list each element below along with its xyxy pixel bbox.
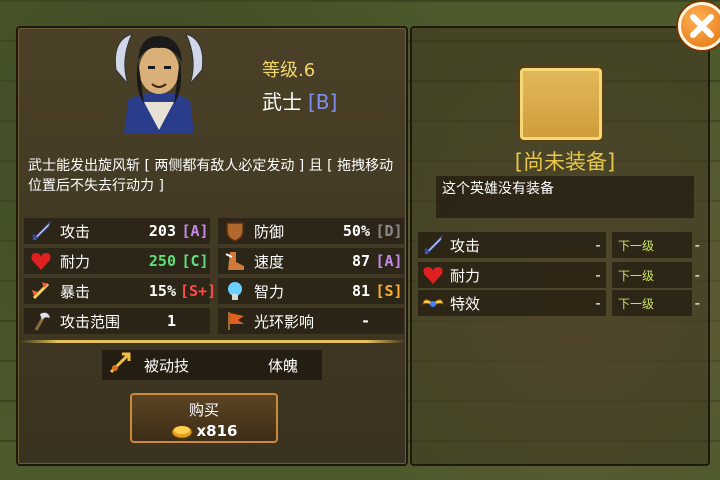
- next-level-value: -: [694, 294, 700, 312]
- passive-skill-row[interactable]: 被动技 体魄: [102, 350, 322, 380]
- mind-icon: [222, 279, 248, 303]
- next-level-label: 下一级: [612, 232, 692, 258]
- hero-level: 等级.6: [262, 60, 316, 81]
- stat-label: 防御: [254, 222, 285, 241]
- equipment-stat-row: 特效 - 下一级 -: [418, 290, 708, 316]
- sword-icon: [28, 219, 54, 243]
- stat-grade: [A]: [181, 222, 209, 240]
- boot-icon: [222, 249, 248, 273]
- buy-cost: x816: [132, 422, 276, 440]
- heart-icon: [420, 264, 446, 286]
- buy-label: 购买: [188, 401, 219, 419]
- stat-value: 81: [351, 282, 370, 300]
- equipment-stat-value: -: [595, 266, 601, 284]
- stat-label: 攻击: [60, 222, 91, 241]
- divider: [20, 340, 405, 343]
- stat-value: -: [360, 312, 370, 330]
- wings-icon: [420, 292, 446, 314]
- equipment-stat-value: -: [595, 294, 601, 312]
- passive-skill-icon: [108, 351, 138, 379]
- equipment-stat-row: 攻击 - 下一级 -: [418, 232, 708, 258]
- buy-cost-value: x816: [196, 422, 238, 440]
- crit-icon: [28, 279, 54, 303]
- next-level-label: 下一级: [612, 290, 692, 316]
- equipment-stat-cell: 特效 -: [418, 290, 606, 316]
- next-level-value: -: [694, 266, 700, 284]
- close-button[interactable]: [678, 2, 720, 50]
- stat-value: 15%: [148, 282, 176, 300]
- passive-skill-value: 体魄: [267, 356, 298, 375]
- hero-name-row: 武士 [B]: [262, 86, 337, 115]
- buy-button[interactable]: 购买 x816: [130, 393, 278, 443]
- stat-label: 耐力: [60, 252, 91, 271]
- stat-row: 耐力 250 [C]: [24, 248, 210, 274]
- stat-grade: [A]: [375, 252, 403, 270]
- stat-label: 暴击: [60, 282, 91, 301]
- stat-row: 攻击 203 [A]: [24, 218, 210, 244]
- stat-row: 防御 50% [D]: [218, 218, 404, 244]
- equipment-stat-label: 耐力: [450, 266, 481, 285]
- equipment-description: 这个英雄没有装备: [436, 176, 694, 218]
- equipment-stat-row: 耐力 - 下一级 -: [418, 262, 708, 288]
- equipment-stat-label: 攻击: [450, 236, 481, 255]
- stat-label: 智力: [254, 282, 285, 301]
- stat-row: 速度 87 [A]: [218, 248, 404, 274]
- hero-description: 武士能发出旋风斩 [ 两侧都有敌人必定发动 ] 且 [ 拖拽移动位置后不失去行动…: [28, 158, 394, 194]
- equipment-slot[interactable]: [520, 68, 602, 140]
- equipment-title: [尚未装备]: [514, 150, 616, 174]
- equipment-stat-cell: 攻击 -: [418, 232, 606, 258]
- sword-icon: [420, 234, 446, 256]
- stat-value: 50%: [342, 222, 370, 240]
- passive-skill-label: 被动技: [144, 356, 190, 375]
- stat-value: 1: [166, 312, 176, 330]
- stat-value: 250: [148, 252, 176, 270]
- shield-icon: [222, 219, 248, 243]
- hero-rank: [B]: [308, 90, 338, 114]
- axe-icon: [28, 309, 54, 333]
- next-level-label: 下一级: [612, 262, 692, 288]
- next-level-value: -: [694, 236, 700, 254]
- aura-flag-icon: [222, 309, 248, 333]
- gold-coin-icon: [171, 425, 192, 439]
- stat-row: 智力 81 [S]: [218, 278, 404, 304]
- stat-grade: [D]: [375, 222, 403, 240]
- hero-portrait: [114, 33, 204, 134]
- equipment-stat-value: -: [595, 236, 601, 254]
- close-icon: [690, 14, 714, 38]
- stat-value: 203: [148, 222, 176, 240]
- stat-label: 光环影响: [254, 312, 315, 331]
- stat-label: 攻击范围: [60, 312, 121, 331]
- stat-grade: [S+]: [180, 282, 217, 300]
- hero-name: 武士: [262, 90, 302, 114]
- stat-row: 攻击范围 1: [24, 308, 210, 334]
- stat-grade: [C]: [181, 252, 209, 270]
- equipment-stat-cell: 耐力 -: [418, 262, 606, 288]
- stat-grade: [S]: [375, 282, 403, 300]
- stat-value: 87: [351, 252, 370, 270]
- heart-icon: [28, 249, 54, 273]
- stat-label: 速度: [254, 252, 285, 271]
- equipment-stat-label: 特效: [450, 294, 481, 313]
- stat-row: 暴击 15% [S+]: [24, 278, 217, 304]
- stat-row: 光环影响 -: [218, 308, 404, 334]
